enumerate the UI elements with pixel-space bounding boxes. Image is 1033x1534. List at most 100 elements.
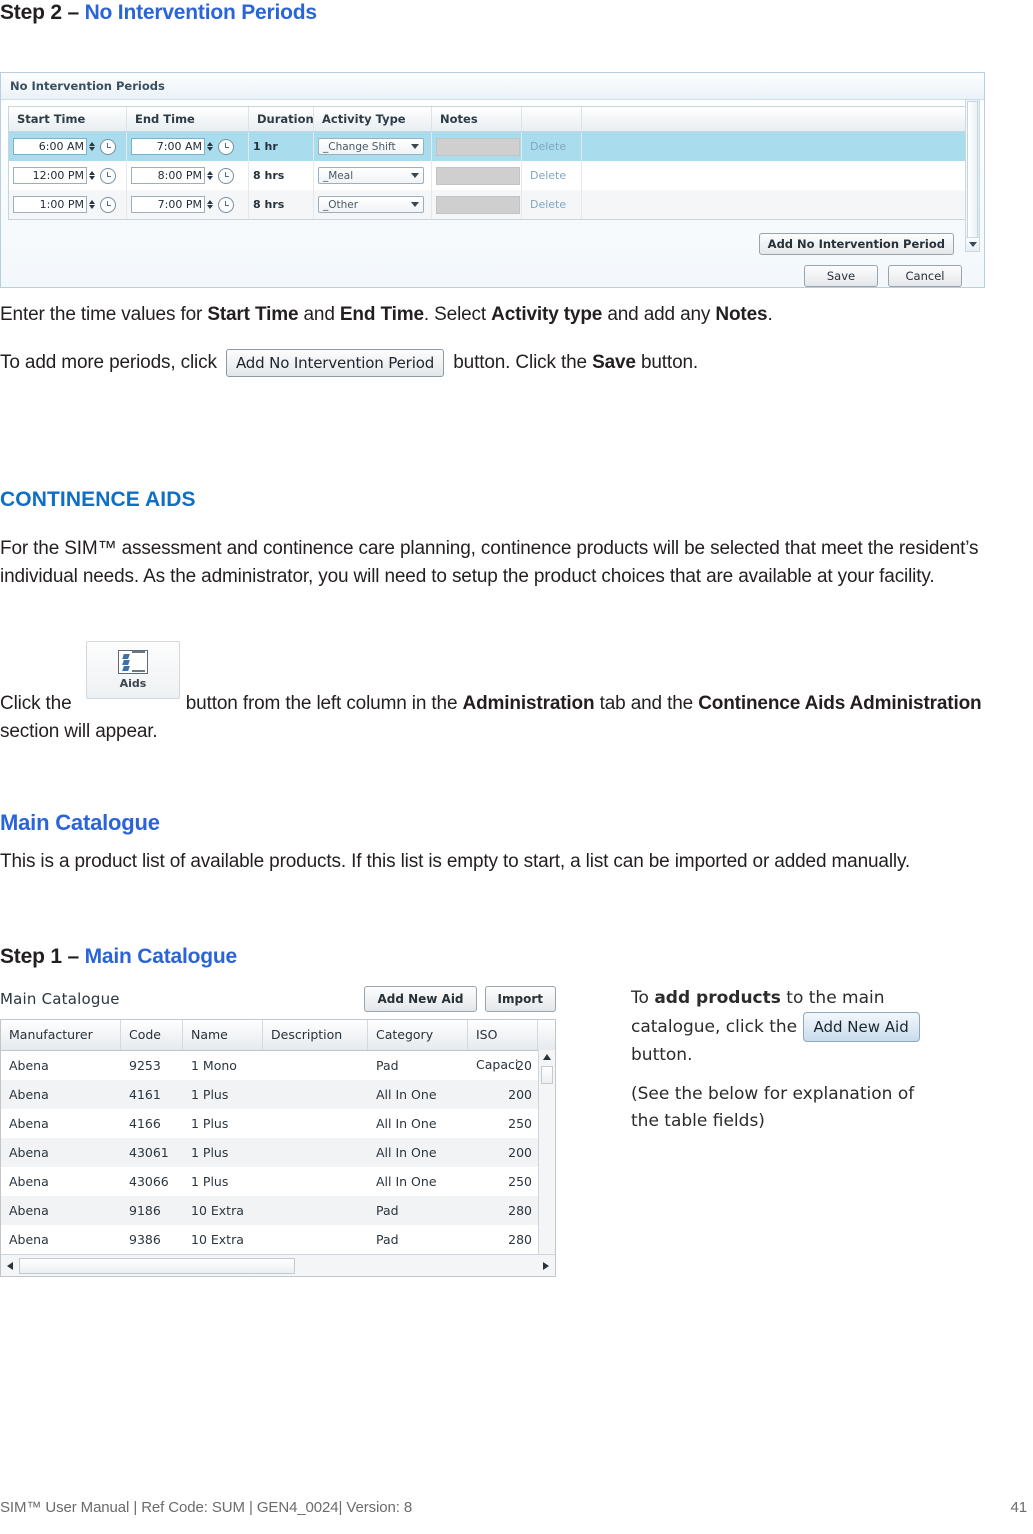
column-header-name[interactable]: Name xyxy=(183,1020,263,1050)
inline-add-no-intervention-period-button[interactable]: Add No Intervention Period xyxy=(225,348,445,377)
column-header-description[interactable]: Description xyxy=(263,1020,368,1050)
step1-heading: Step 1 – Main Catalogue xyxy=(0,944,237,970)
hscrollbar-thumb[interactable] xyxy=(19,1257,295,1274)
table-row[interactable]: Abena 4161 1 Plus All In One 200 xyxy=(1,1080,555,1109)
column-header-filler xyxy=(538,1020,555,1050)
end-time-spinner[interactable] xyxy=(207,142,213,151)
cell-iso-capacity: 250 xyxy=(508,1116,532,1131)
hscroll-track[interactable] xyxy=(19,1257,537,1274)
scroll-right-arrow-icon[interactable] xyxy=(537,1261,555,1270)
text-start-time-bold: Start Time xyxy=(207,304,299,325)
start-time-spinner[interactable] xyxy=(89,200,95,209)
vertical-scrollbar[interactable] xyxy=(965,99,980,251)
cell-manufacturer: Abena xyxy=(9,1087,49,1102)
cancel-button[interactable]: Cancel xyxy=(888,265,962,287)
delete-link[interactable]: Delete xyxy=(526,140,566,153)
notes-input[interactable] xyxy=(436,195,520,214)
delete-link[interactable]: Delete xyxy=(526,198,566,211)
cell-description xyxy=(263,1051,368,1080)
table-row[interactable]: Abena 9386 10 Extra Pad 280 xyxy=(1,1225,555,1254)
start-time-spinner[interactable] xyxy=(89,171,95,180)
activity-type-select[interactable]: _Change Shift xyxy=(318,138,424,155)
paragraph-sim-assessment: For the SIM™ assessment and continence c… xyxy=(0,535,1020,591)
catalogue-vertical-scrollbar[interactable] xyxy=(538,1050,555,1276)
nip-grid: Start Time End Time Duration Activity Ty… xyxy=(8,106,977,220)
column-header-manufacturer[interactable]: Manufacturer xyxy=(1,1020,121,1050)
footer-text: SIM™ User Manual | Ref Code: SUM | GEN4_… xyxy=(0,1499,413,1516)
step2-heading-link: No Intervention Periods xyxy=(84,1,317,24)
column-header-iso-capacity[interactable]: ISO Capaci xyxy=(468,1020,538,1072)
catalogue-horizontal-scrollbar[interactable] xyxy=(1,1254,555,1276)
column-header-end-time: End Time xyxy=(127,107,249,131)
table-row[interactable]: Abena 43061 1 Plus All In One 200 xyxy=(1,1138,555,1167)
start-time-input[interactable]: 1:00 PM xyxy=(13,196,87,213)
clock-icon[interactable] xyxy=(100,138,116,155)
add-new-aid-button[interactable]: Add New Aid xyxy=(364,986,477,1012)
cell-manufacturer: Abena xyxy=(9,1116,49,1131)
cell-manufacturer: Abena xyxy=(9,1203,49,1218)
inline-add-new-aid-button[interactable]: Add New Aid xyxy=(802,1012,920,1042)
clock-icon[interactable] xyxy=(100,196,116,213)
text-continence-aids-administration-bold: Continence Aids Administration xyxy=(698,693,982,714)
cell-filler xyxy=(582,190,976,219)
main-catalogue-screenshot: Main Catalogue Add New Aid Import Manufa… xyxy=(0,983,556,1283)
import-button[interactable]: Import xyxy=(484,986,556,1012)
clock-icon[interactable] xyxy=(218,138,234,155)
scrollbar-thumb[interactable] xyxy=(967,101,978,251)
end-time-input[interactable]: 7:00 PM xyxy=(131,196,205,213)
notes-input[interactable] xyxy=(436,166,520,185)
nip-window-title: No Intervention Periods xyxy=(1,73,984,100)
save-button[interactable]: Save xyxy=(804,265,878,287)
end-time-input[interactable]: 7:00 AM xyxy=(131,138,205,155)
start-time-input[interactable]: 12:00 PM xyxy=(13,167,87,184)
clock-icon[interactable] xyxy=(100,167,116,184)
end-time-input[interactable]: 8:00 PM xyxy=(131,167,205,184)
delete-link[interactable]: Delete xyxy=(526,169,566,182)
cell-duration: 1 hr xyxy=(249,132,314,161)
cell-end-time: 7:00 PM xyxy=(127,190,249,219)
table-row[interactable]: Abena 43066 1 Plus All In One 250 xyxy=(1,1167,555,1196)
column-header-code[interactable]: Code xyxy=(121,1020,183,1050)
table-row[interactable]: 6:00 AM 7:00 AM 1 hr _Change Shift Delet… xyxy=(9,132,976,161)
cell-description xyxy=(263,1167,368,1196)
cell-category: All In One xyxy=(376,1145,437,1160)
cell-end-time: 8:00 PM xyxy=(127,161,249,190)
scroll-left-arrow-icon[interactable] xyxy=(1,1261,19,1270)
scroll-down-arrow-icon[interactable] xyxy=(965,237,980,252)
table-row[interactable]: Abena 9253 1 Mono Pad 20 xyxy=(1,1051,555,1080)
text-enter-1: Enter the time values for xyxy=(0,304,208,325)
paragraph-click-aids: Click the button from the left column in… xyxy=(0,690,1020,746)
cell-name: 10 Extra xyxy=(191,1203,244,1218)
cell-activity-type: _Change Shift xyxy=(314,132,432,161)
document-page: Step 2 – No Intervention Periods No Inte… xyxy=(0,0,1033,1534)
cell-code: 43066 xyxy=(129,1174,169,1189)
start-time-input[interactable]: 6:00 AM xyxy=(13,138,87,155)
paragraph-sim-text: For the SIM™ assessment and continence c… xyxy=(0,538,979,587)
add-no-intervention-period-button[interactable]: Add No Intervention Period xyxy=(758,233,954,255)
table-row[interactable]: Abena 4166 1 Plus All In One 250 xyxy=(1,1109,555,1138)
text-enter-3: . Select xyxy=(423,304,492,325)
cell-name: 1 Plus xyxy=(191,1145,229,1160)
column-header-category[interactable]: Category xyxy=(368,1020,468,1050)
catalogue-toolbar: Main Catalogue Add New Aid Import xyxy=(0,983,556,1015)
cell-manufacturer: Abena xyxy=(9,1058,49,1073)
text-administration-bold: Administration xyxy=(462,693,595,714)
end-time-spinner[interactable] xyxy=(207,171,213,180)
table-row[interactable]: 12:00 PM 8:00 PM 8 hrs _Meal Delete xyxy=(9,161,976,190)
duration-value: 8 hrs xyxy=(253,169,285,182)
clock-icon[interactable] xyxy=(218,196,234,213)
activity-type-select[interactable]: _Meal xyxy=(318,167,424,184)
cell-delete: Delete xyxy=(522,132,582,161)
end-time-spinner[interactable] xyxy=(207,200,213,209)
text-notes-bold: Notes xyxy=(715,304,768,325)
activity-type-select[interactable]: _Other xyxy=(318,196,424,213)
notes-input[interactable] xyxy=(436,137,520,156)
cell-code: 9253 xyxy=(129,1058,161,1073)
scrollbar-thumb[interactable] xyxy=(541,1066,553,1084)
clock-icon[interactable] xyxy=(218,167,234,184)
scroll-up-arrow-icon[interactable] xyxy=(539,1050,555,1064)
start-time-spinner[interactable] xyxy=(89,142,95,151)
cell-notes xyxy=(432,132,522,161)
table-row[interactable]: 1:00 PM 7:00 PM 8 hrs _Other Delete xyxy=(9,190,976,219)
table-row[interactable]: Abena 9186 10 Extra Pad 280 xyxy=(1,1196,555,1225)
